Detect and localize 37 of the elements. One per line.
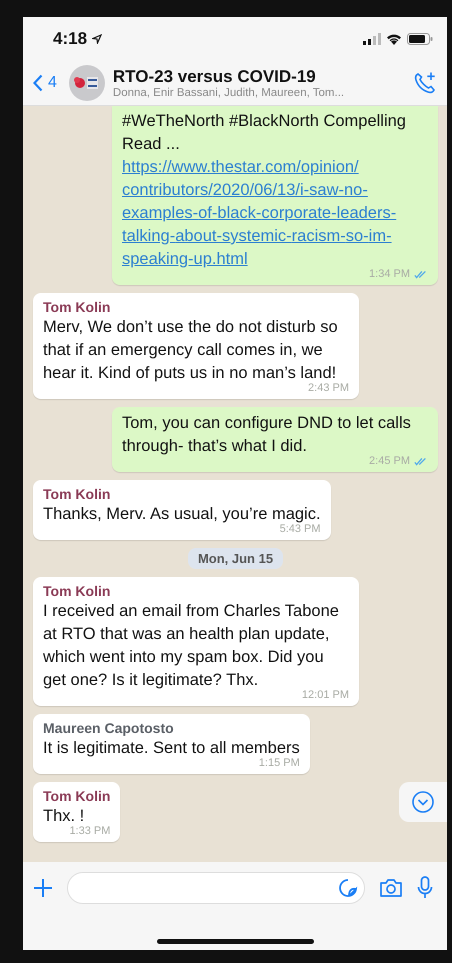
chat-title[interactable]: RTO-23 versus COVID-19 — [112, 66, 405, 86]
message-time: 1:15 PM — [258, 756, 300, 770]
battery-icon — [407, 32, 433, 44]
chevron-left-icon — [33, 74, 43, 92]
chat-members: Donna, Enir Bassani, Judith, Maureen, Tom... — [112, 86, 346, 98]
camera-icon[interactable] — [379, 878, 403, 898]
sender-name: Tom Kolin — [43, 485, 112, 503]
add-call-icon[interactable] — [413, 70, 437, 94]
message-text: Tom, you can configure DND to let calls through- that’s what I did. — [122, 413, 412, 456]
message-time: 5:43 PM — [280, 522, 321, 536]
plus-icon[interactable] — [33, 878, 53, 898]
wifi-icon — [386, 32, 402, 44]
message-time: 2:43 PM — [308, 381, 349, 395]
status-time: 4:18 — [53, 28, 88, 48]
group-avatar-icon[interactable] — [68, 64, 105, 100]
chevron-down-circle-icon — [411, 790, 435, 814]
back-button[interactable]: 4 — [29, 74, 61, 92]
sender-name: Tom Kolin — [43, 582, 112, 600]
message-text: Thanks, Merv. As usual, you’re magic. — [43, 504, 321, 524]
date-separator: Mon, Jun 15 — [188, 548, 284, 569]
message-time: 2:45 PM — [369, 454, 410, 468]
message-text: I received an email from Charles Tabone at RTO that was an health plan update, which went into my spam box. Did you get one? Is it legitimate? Thx. — [43, 601, 340, 690]
message-time: 1:33 PM — [69, 824, 110, 838]
message-time: 12:01 PM — [302, 688, 349, 702]
signal-icon — [363, 32, 381, 44]
sticker-icon[interactable] — [338, 878, 358, 898]
message-text: Thx. ! — [43, 806, 86, 826]
sender-name: Tom Kolin — [43, 298, 112, 316]
microphone-icon[interactable] — [417, 876, 433, 900]
sender-name: Maureen Capotosto — [43, 719, 175, 737]
location-arrow-icon — [92, 34, 102, 44]
sender-name: Tom Kolin — [43, 787, 110, 805]
message-text: #WeTheNorth #BlackNorth Compelling Read ... — [122, 111, 407, 155]
message-text: Merv, We don’t use the do not disturb so that if an emergency call comes in, we hear it. Kind of puts us in no man’s land! — [43, 317, 339, 383]
message-text: It is legitimate. Sent to all members — [43, 738, 300, 758]
scroll-down-button[interactable] — [399, 782, 447, 822]
message-input-field[interactable] — [67, 872, 365, 904]
